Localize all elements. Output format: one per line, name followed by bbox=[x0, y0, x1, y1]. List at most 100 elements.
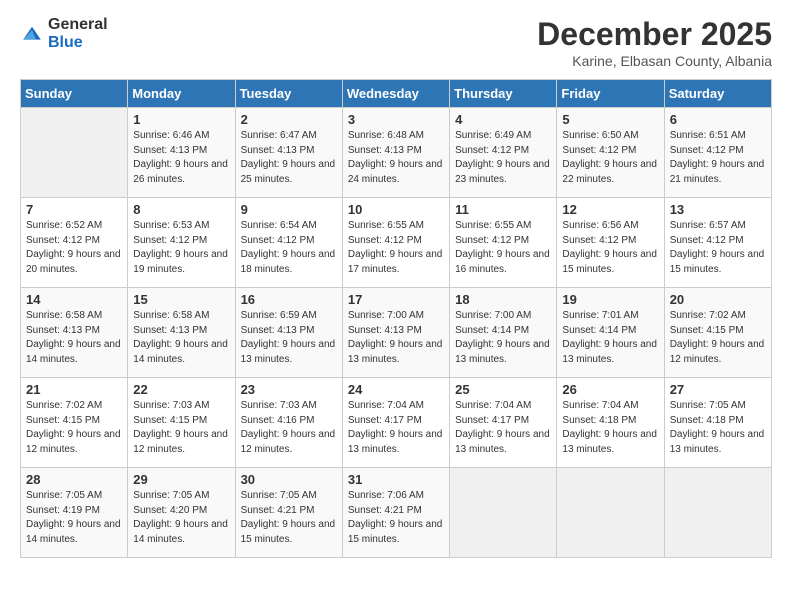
day-info: Sunrise: 7:05 AMSunset: 4:19 PMDaylight:… bbox=[26, 489, 122, 547]
calendar-week-row: 7 Sunrise: 6:52 AMSunset: 4:12 PMDaylight… bbox=[21, 198, 772, 288]
day-of-week-header: Thursday bbox=[450, 80, 557, 108]
day-info: Sunrise: 6:47 AMSunset: 4:13 PMDaylight:… bbox=[241, 129, 337, 187]
day-number: 11 bbox=[455, 202, 551, 217]
day-number: 5 bbox=[562, 112, 658, 127]
calendar-cell: 15 Sunrise: 6:58 AMSunset: 4:13 PMDayligh… bbox=[128, 288, 235, 378]
calendar-cell: 14Sunrise: 6:58 AMSunset: 4:13 PMDayligh… bbox=[21, 288, 128, 378]
day-of-week-header: Tuesday bbox=[235, 80, 342, 108]
day-info: Sunrise: 6:46 AMSunset: 4:13 PMDaylight:… bbox=[133, 129, 229, 187]
day-number: 6 bbox=[670, 112, 766, 127]
calendar-cell: 3 Sunrise: 6:48 AMSunset: 4:13 PMDaylight… bbox=[342, 108, 449, 198]
calendar-cell: 26 Sunrise: 7:04 AMSunset: 4:18 PMDayligh… bbox=[557, 378, 664, 468]
day-info: Sunrise: 7:03 AMSunset: 4:16 PMDaylight:… bbox=[241, 399, 337, 457]
day-info: Sunrise: 6:50 AMSunset: 4:12 PMDaylight:… bbox=[562, 129, 658, 187]
calendar-cell: 8Sunrise: 6:53 AMSunset: 4:12 PMDaylight… bbox=[128, 198, 235, 288]
calendar-cell: 10Sunrise: 6:55 AMSunset: 4:12 PMDayligh… bbox=[342, 198, 449, 288]
calendar-cell: 27Sunrise: 7:05 AMSunset: 4:18 PMDayligh… bbox=[664, 378, 771, 468]
day-number: 12 bbox=[562, 202, 658, 217]
day-info: Sunrise: 7:01 AMSunset: 4:14 PMDaylight:… bbox=[562, 309, 658, 367]
calendar-cell bbox=[664, 468, 771, 558]
day-info: Sunrise: 7:04 AMSunset: 4:18 PMDaylight:… bbox=[562, 399, 658, 457]
calendar-cell: 13 Sunrise: 6:57 AMSunset: 4:12 PMDayligh… bbox=[664, 198, 771, 288]
day-info: Sunrise: 7:05 AMSunset: 4:20 PMDaylight:… bbox=[133, 489, 229, 547]
calendar-cell: 20 Sunrise: 7:02 AMSunset: 4:15 PMDayligh… bbox=[664, 288, 771, 378]
day-info: Sunrise: 6:49 AMSunset: 4:12 PMDaylight:… bbox=[455, 129, 551, 187]
day-number: 2 bbox=[241, 112, 337, 127]
calendar-cell bbox=[450, 468, 557, 558]
page-header: General Blue December 2025 Karine, Elbas… bbox=[20, 16, 772, 69]
day-info: Sunrise: 7:02 AMSunset: 4:15 PMDaylight:… bbox=[670, 309, 766, 367]
calendar-cell: 21Sunrise: 7:02 AMSunset: 4:15 PMDayligh… bbox=[21, 378, 128, 468]
day-number: 18 bbox=[455, 292, 551, 307]
day-number: 22 bbox=[133, 382, 229, 397]
day-info: Sunrise: 7:05 AMSunset: 4:18 PMDaylight:… bbox=[670, 399, 766, 457]
day-number: 26 bbox=[562, 382, 658, 397]
calendar-cell: 29 Sunrise: 7:05 AMSunset: 4:20 PMDayligh… bbox=[128, 468, 235, 558]
day-info: Sunrise: 6:55 AMSunset: 4:12 PMDaylight:… bbox=[455, 219, 551, 277]
day-number: 9 bbox=[241, 202, 337, 217]
day-number: 15 bbox=[133, 292, 229, 307]
day-info: Sunrise: 6:58 AMSunset: 4:13 PMDaylight:… bbox=[133, 309, 229, 367]
calendar-cell: 1 Sunrise: 6:46 AMSunset: 4:13 PMDaylight… bbox=[128, 108, 235, 198]
calendar-week-row: 14Sunrise: 6:58 AMSunset: 4:13 PMDayligh… bbox=[21, 288, 772, 378]
calendar-cell: 5 Sunrise: 6:50 AMSunset: 4:12 PMDaylight… bbox=[557, 108, 664, 198]
day-number: 31 bbox=[348, 472, 444, 487]
calendar-cell: 7 Sunrise: 6:52 AMSunset: 4:12 PMDaylight… bbox=[21, 198, 128, 288]
month-title: December 2025 bbox=[537, 16, 772, 53]
logo-general-text: General bbox=[48, 16, 108, 34]
calendar-cell: 19 Sunrise: 7:01 AMSunset: 4:14 PMDayligh… bbox=[557, 288, 664, 378]
day-number: 28 bbox=[26, 472, 122, 487]
calendar-cell: 2 Sunrise: 6:47 AMSunset: 4:13 PMDaylight… bbox=[235, 108, 342, 198]
calendar-cell: 18 Sunrise: 7:00 AMSunset: 4:14 PMDayligh… bbox=[450, 288, 557, 378]
calendar-cell: 6Sunrise: 6:51 AMSunset: 4:12 PMDaylight… bbox=[664, 108, 771, 198]
calendar-cell: 31 Sunrise: 7:06 AMSunset: 4:21 PMDayligh… bbox=[342, 468, 449, 558]
calendar-table: SundayMondayTuesdayWednesdayThursdayFrid… bbox=[20, 79, 772, 558]
calendar-cell: 30Sunrise: 7:05 AMSunset: 4:21 PMDayligh… bbox=[235, 468, 342, 558]
logo: General Blue bbox=[20, 16, 108, 51]
calendar-cell: 16 Sunrise: 6:59 AMSunset: 4:13 PMDayligh… bbox=[235, 288, 342, 378]
logo-text: General Blue bbox=[48, 16, 108, 51]
day-info: Sunrise: 7:06 AMSunset: 4:21 PMDaylight:… bbox=[348, 489, 444, 547]
day-of-week-header: Wednesday bbox=[342, 80, 449, 108]
day-number: 16 bbox=[241, 292, 337, 307]
day-info: Sunrise: 6:55 AMSunset: 4:12 PMDaylight:… bbox=[348, 219, 444, 277]
day-info: Sunrise: 7:04 AMSunset: 4:17 PMDaylight:… bbox=[455, 399, 551, 457]
day-info: Sunrise: 6:48 AMSunset: 4:13 PMDaylight:… bbox=[348, 129, 444, 187]
day-number: 7 bbox=[26, 202, 122, 217]
calendar-cell: 17 Sunrise: 7:00 AMSunset: 4:13 PMDayligh… bbox=[342, 288, 449, 378]
day-number: 19 bbox=[562, 292, 658, 307]
calendar-cell: 23 Sunrise: 7:03 AMSunset: 4:16 PMDayligh… bbox=[235, 378, 342, 468]
calendar-cell bbox=[21, 108, 128, 198]
day-number: 1 bbox=[133, 112, 229, 127]
day-info: Sunrise: 6:53 AMSunset: 4:12 PMDaylight:… bbox=[133, 219, 229, 277]
calendar-week-row: 1 Sunrise: 6:46 AMSunset: 4:13 PMDaylight… bbox=[21, 108, 772, 198]
day-info: Sunrise: 6:58 AMSunset: 4:13 PMDaylight:… bbox=[26, 309, 122, 367]
day-number: 4 bbox=[455, 112, 551, 127]
calendar-cell bbox=[557, 468, 664, 558]
title-block: December 2025 Karine, Elbasan County, Al… bbox=[537, 16, 772, 69]
calendar-cell: 28 Sunrise: 7:05 AMSunset: 4:19 PMDayligh… bbox=[21, 468, 128, 558]
day-number: 17 bbox=[348, 292, 444, 307]
day-info: Sunrise: 6:54 AMSunset: 4:12 PMDaylight:… bbox=[241, 219, 337, 277]
day-info: Sunrise: 7:00 AMSunset: 4:14 PMDaylight:… bbox=[455, 309, 551, 367]
day-info: Sunrise: 6:56 AMSunset: 4:12 PMDaylight:… bbox=[562, 219, 658, 277]
day-number: 30 bbox=[241, 472, 337, 487]
day-number: 21 bbox=[26, 382, 122, 397]
day-number: 29 bbox=[133, 472, 229, 487]
day-info: Sunrise: 6:57 AMSunset: 4:12 PMDaylight:… bbox=[670, 219, 766, 277]
calendar-cell: 25Sunrise: 7:04 AMSunset: 4:17 PMDayligh… bbox=[450, 378, 557, 468]
location-subtitle: Karine, Elbasan County, Albania bbox=[537, 53, 772, 69]
day-of-week-header: Sunday bbox=[21, 80, 128, 108]
calendar-cell: 4 Sunrise: 6:49 AMSunset: 4:12 PMDaylight… bbox=[450, 108, 557, 198]
day-info: Sunrise: 6:59 AMSunset: 4:13 PMDaylight:… bbox=[241, 309, 337, 367]
day-info: Sunrise: 7:00 AMSunset: 4:13 PMDaylight:… bbox=[348, 309, 444, 367]
day-number: 24 bbox=[348, 382, 444, 397]
day-number: 13 bbox=[670, 202, 766, 217]
day-number: 23 bbox=[241, 382, 337, 397]
day-number: 20 bbox=[670, 292, 766, 307]
logo-icon bbox=[20, 22, 44, 46]
day-number: 3 bbox=[348, 112, 444, 127]
day-info: Sunrise: 6:52 AMSunset: 4:12 PMDaylight:… bbox=[26, 219, 122, 277]
calendar-cell: 22Sunrise: 7:03 AMSunset: 4:15 PMDayligh… bbox=[128, 378, 235, 468]
logo-blue-text: Blue bbox=[48, 34, 108, 52]
